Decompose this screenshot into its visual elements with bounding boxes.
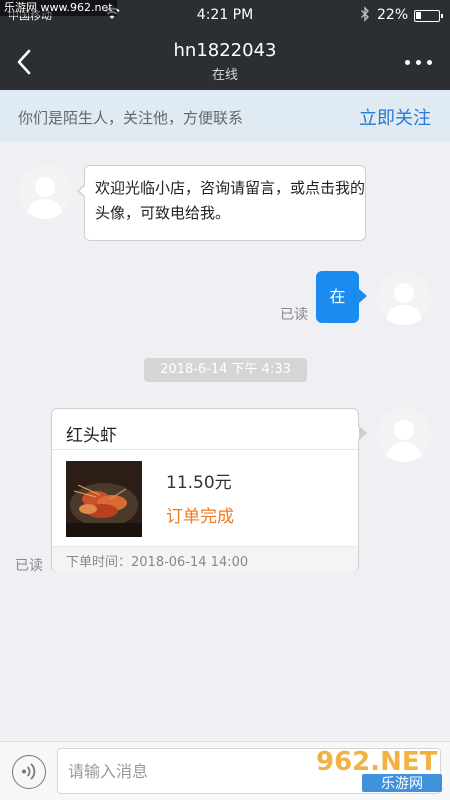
online-status: 在线 bbox=[211, 68, 238, 83]
voice-button[interactable] bbox=[12, 755, 46, 789]
read-receipt: 已读 bbox=[280, 307, 308, 323]
order-time: 下单时间：2018-06-14 14:00 bbox=[66, 555, 249, 570]
user-silhouette-icon bbox=[385, 420, 423, 462]
follow-button[interactable]: 立即关注 bbox=[359, 104, 431, 130]
order-card[interactable]: 红头虾 11.50元 订单完成 下单时间：2018-06-14 14:00 bbox=[51, 408, 367, 572]
bluetooth-icon bbox=[360, 6, 370, 26]
my-avatar[interactable] bbox=[377, 271, 431, 325]
order-read-receipt: 已读 bbox=[15, 558, 43, 574]
svg-text:乐游网: 乐游网 bbox=[381, 776, 423, 792]
order-item-image bbox=[66, 461, 142, 537]
message-timestamp: 2018-6-14 下午 4:33 bbox=[144, 358, 307, 382]
user-silhouette-icon bbox=[26, 177, 64, 219]
chat-title: hn1822043 bbox=[173, 40, 277, 61]
order-divider bbox=[52, 449, 358, 450]
order-footer: 下单时间：2018-06-14 14:00 bbox=[52, 546, 358, 572]
more-dot-icon bbox=[405, 60, 410, 65]
stranger-banner-text: 你们是陌生人，关注他，方便联系 bbox=[18, 109, 244, 127]
stranger-banner: 你们是陌生人，关注他，方便联系 立即关注 bbox=[0, 90, 450, 142]
more-dot-icon bbox=[427, 60, 432, 65]
svg-text:962.NET: 962.NET bbox=[316, 747, 438, 777]
watermark-logo: 962.NET 乐游网 bbox=[312, 742, 444, 794]
outgoing-message: 在 bbox=[316, 271, 367, 323]
battery-icon bbox=[414, 10, 443, 22]
seller-avatar[interactable] bbox=[18, 165, 72, 219]
incoming-message: 欢迎光临小店，咨询请留言，或点击我的头像，可致电给我。 bbox=[77, 165, 366, 241]
order-item-name: 红头虾 bbox=[66, 426, 117, 446]
order-status: 订单完成 bbox=[166, 507, 234, 527]
order-price: 11.50元 bbox=[166, 473, 232, 493]
more-dot-icon bbox=[416, 60, 421, 65]
my-avatar[interactable] bbox=[377, 408, 431, 462]
watermark-top: 乐游网 www.962.net bbox=[0, 0, 117, 16]
voice-icon bbox=[22, 763, 36, 780]
battery-percent: 22% bbox=[377, 7, 409, 23]
more-button[interactable] bbox=[402, 52, 436, 72]
user-silhouette-icon bbox=[385, 283, 423, 325]
